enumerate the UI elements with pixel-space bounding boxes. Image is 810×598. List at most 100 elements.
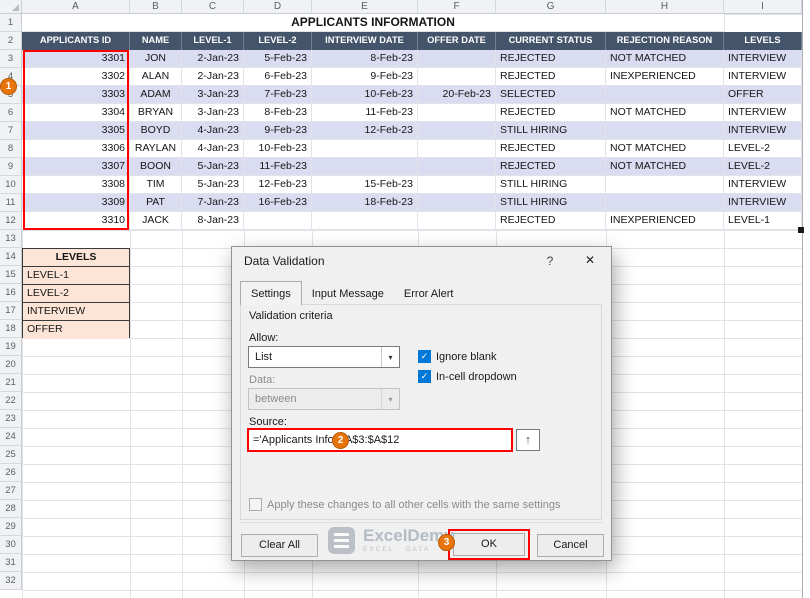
header-cell-level-1[interactable]: LEVEL-1 [182, 32, 244, 50]
column-header-F[interactable]: F [418, 0, 496, 14]
row-header-10[interactable]: 10 [0, 176, 22, 194]
row-header-8[interactable]: 8 [0, 140, 22, 158]
header-cell-levels[interactable]: LEVELS [724, 32, 802, 50]
cell-E9[interactable] [312, 158, 418, 176]
cell-D8[interactable]: 10-Feb-23 [244, 140, 312, 158]
levels-item-interview[interactable]: INTERVIEW [23, 303, 129, 321]
levels-item-level-2[interactable]: LEVEL-2 [23, 285, 129, 303]
cell-G11[interactable]: STILL HIRING [496, 194, 606, 212]
header-cell-name[interactable]: NAME [130, 32, 182, 50]
cell-G10[interactable]: STILL HIRING [496, 176, 606, 194]
cell-H10[interactable] [606, 176, 724, 194]
cell-D5[interactable]: 7-Feb-23 [244, 86, 312, 104]
cell-D11[interactable]: 16-Feb-23 [244, 194, 312, 212]
in-cell-dropdown-checkbox[interactable]: ✓ In-cell dropdown [418, 370, 517, 383]
column-header-I[interactable]: I [724, 0, 802, 14]
cell-E3[interactable]: 8-Feb-23 [312, 50, 418, 68]
row-header-28[interactable]: 28 [0, 500, 22, 518]
header-cell-offer-date[interactable]: OFFER DATE [418, 32, 496, 50]
cell-B4[interactable]: ALAN [130, 68, 182, 86]
cell-D6[interactable]: 8-Feb-23 [244, 104, 312, 122]
cell-E7[interactable]: 12-Feb-23 [312, 122, 418, 140]
cell-E5[interactable]: 10-Feb-23 [312, 86, 418, 104]
cell-B3[interactable]: JON [130, 50, 182, 68]
help-icon[interactable]: ? [541, 252, 559, 270]
row-header-12[interactable]: 12 [0, 212, 22, 230]
cell-B9[interactable]: BOON [130, 158, 182, 176]
cell-C5[interactable]: 3-Jan-23 [182, 86, 244, 104]
row-header-21[interactable]: 21 [0, 374, 22, 392]
cell-I7[interactable]: INTERVIEW [724, 122, 802, 140]
select-all-corner[interactable] [0, 0, 22, 14]
column-header-C[interactable]: C [182, 0, 244, 14]
close-icon[interactable]: ✕ [579, 251, 601, 270]
row-header-19[interactable]: 19 [0, 338, 22, 356]
header-cell-level-2[interactable]: LEVEL-2 [244, 32, 312, 50]
cell-H3[interactable]: NOT MATCHED [606, 50, 724, 68]
row-header-32[interactable]: 32 [0, 572, 22, 590]
cell-B5[interactable]: ADAM [130, 86, 182, 104]
cell-H12[interactable]: INEXPERIENCED [606, 212, 724, 230]
cell-D7[interactable]: 9-Feb-23 [244, 122, 312, 140]
cell-C6[interactable]: 3-Jan-23 [182, 104, 244, 122]
cell-C9[interactable]: 5-Jan-23 [182, 158, 244, 176]
cell-B7[interactable]: BOYD [130, 122, 182, 140]
cell-C8[interactable]: 4-Jan-23 [182, 140, 244, 158]
cell-G6[interactable]: REJECTED [496, 104, 606, 122]
cell-E4[interactable]: 9-Feb-23 [312, 68, 418, 86]
header-cell-applicants-id[interactable]: APPLICANTS ID [22, 32, 130, 50]
cell-F3[interactable] [418, 50, 496, 68]
cell-B12[interactable]: JACK [130, 212, 182, 230]
cell-F11[interactable] [418, 194, 496, 212]
cell-D10[interactable]: 12-Feb-23 [244, 176, 312, 194]
collapse-dialog-button[interactable]: ↑ [516, 429, 540, 451]
row-header-11[interactable]: 11 [0, 194, 22, 212]
cell-G9[interactable]: REJECTED [496, 158, 606, 176]
cell-G4[interactable]: REJECTED [496, 68, 606, 86]
cell-I12[interactable]: LEVEL-1 [724, 212, 802, 230]
row-header-16[interactable]: 16 [0, 284, 22, 302]
row-header-31[interactable]: 31 [0, 554, 22, 572]
row-header-9[interactable]: 9 [0, 158, 22, 176]
levels-item-level-1[interactable]: LEVEL-1 [23, 267, 129, 285]
row-header-7[interactable]: 7 [0, 122, 22, 140]
source-input[interactable]: ='Applicants Info'!$A$3:$A$12 [247, 428, 513, 452]
row-header-14[interactable]: 14 [0, 248, 22, 266]
cancel-button[interactable]: Cancel [537, 534, 604, 557]
cell-G7[interactable]: STILL HIRING [496, 122, 606, 140]
row-header-3[interactable]: 3 [0, 50, 22, 68]
cell-I5[interactable]: OFFER [724, 86, 802, 104]
cell-G12[interactable]: REJECTED [496, 212, 606, 230]
levels-header-cell[interactable]: LEVELS [23, 249, 129, 267]
ignore-blank-checkbox[interactable]: ✓ Ignore blank [418, 350, 497, 363]
row-header-30[interactable]: 30 [0, 536, 22, 554]
column-header-A[interactable]: A [22, 0, 130, 14]
header-cell-interview-date[interactable]: INTERVIEW DATE [312, 32, 418, 50]
cell-F10[interactable] [418, 176, 496, 194]
cell-H8[interactable]: NOT MATCHED [606, 140, 724, 158]
row-header-17[interactable]: 17 [0, 302, 22, 320]
cell-F9[interactable] [418, 158, 496, 176]
levels-item-offer[interactable]: OFFER [23, 321, 129, 339]
cell-H9[interactable]: NOT MATCHED [606, 158, 724, 176]
cell-G3[interactable]: REJECTED [496, 50, 606, 68]
row-header-6[interactable]: 6 [0, 104, 22, 122]
tab-error-alert[interactable]: Error Alert [394, 283, 464, 305]
cell-I3[interactable]: INTERVIEW [724, 50, 802, 68]
cell-C10[interactable]: 5-Jan-23 [182, 176, 244, 194]
row-header-13[interactable]: 13 [0, 230, 22, 248]
row-header-2[interactable]: 2 [0, 32, 22, 50]
apply-changes-checkbox[interactable]: Apply these changes to all other cells w… [249, 498, 561, 511]
cell-C12[interactable]: 8-Jan-23 [182, 212, 244, 230]
clear-all-button[interactable]: Clear All [241, 534, 318, 557]
cell-C11[interactable]: 7-Jan-23 [182, 194, 244, 212]
cell-E10[interactable]: 15-Feb-23 [312, 176, 418, 194]
cell-B6[interactable]: BRYAN [130, 104, 182, 122]
tab-input-message[interactable]: Input Message [302, 283, 394, 305]
cell-D9[interactable]: 11-Feb-23 [244, 158, 312, 176]
row-header-23[interactable]: 23 [0, 410, 22, 428]
cell-I6[interactable]: INTERVIEW [724, 104, 802, 122]
cell-F5[interactable]: 20-Feb-23 [418, 86, 496, 104]
cell-C7[interactable]: 4-Jan-23 [182, 122, 244, 140]
row-header-26[interactable]: 26 [0, 464, 22, 482]
